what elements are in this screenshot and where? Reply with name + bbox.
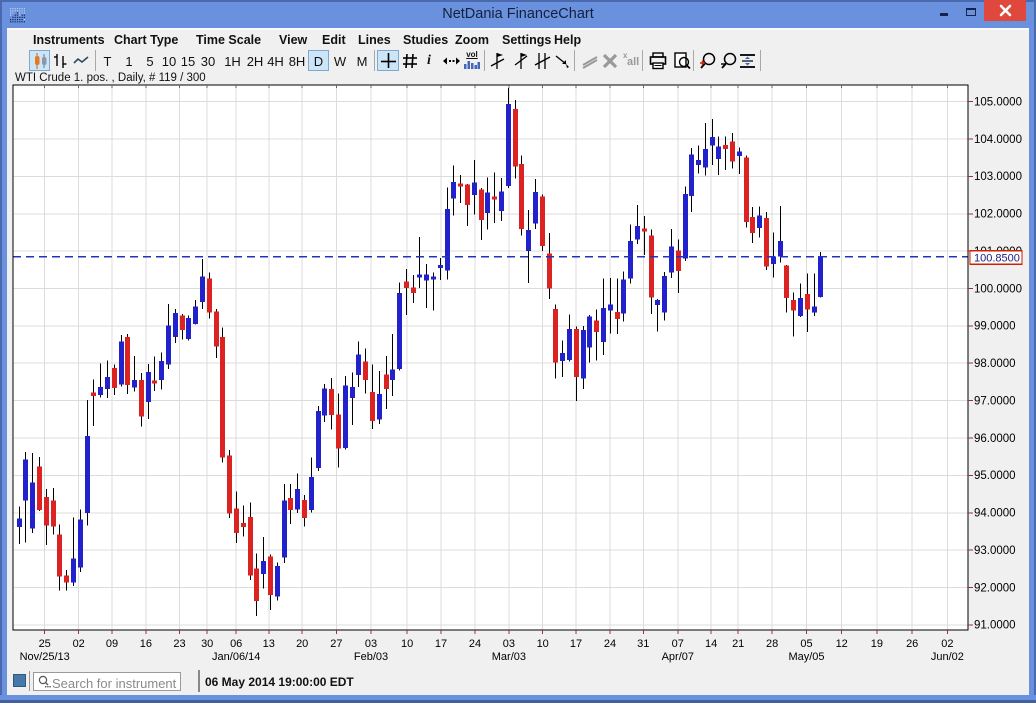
svg-text:92.0000: 92.0000: [974, 582, 1016, 594]
svg-text:03: 03: [503, 638, 515, 650]
svg-text:17: 17: [570, 638, 582, 650]
svg-text:10: 10: [537, 638, 549, 650]
svg-text:Jan/06/14: Jan/06/14: [212, 651, 260, 663]
svg-text:96.0000: 96.0000: [974, 433, 1016, 445]
svg-text:21: 21: [732, 638, 744, 650]
svg-text:14: 14: [705, 638, 717, 650]
svg-text:104.0000: 104.0000: [974, 134, 1022, 146]
svg-text:25: 25: [39, 638, 51, 650]
svg-text:Nov/25/13: Nov/25/13: [20, 651, 70, 663]
svg-text:Feb/03: Feb/03: [354, 651, 388, 663]
svg-text:93.0000: 93.0000: [974, 545, 1016, 557]
svg-text:27: 27: [330, 638, 342, 650]
svg-text:Jun/02: Jun/02: [931, 651, 964, 663]
svg-text:28: 28: [766, 638, 778, 650]
svg-text:02: 02: [73, 638, 85, 650]
svg-text:98.0000: 98.0000: [974, 358, 1016, 370]
svg-text:31: 31: [637, 638, 649, 650]
svg-text:06: 06: [230, 638, 242, 650]
svg-text:03: 03: [365, 638, 377, 650]
svg-text:09: 09: [106, 638, 118, 650]
svg-text:16: 16: [140, 638, 152, 650]
svg-text:100.8500: 100.8500: [974, 253, 1020, 265]
svg-text:17: 17: [435, 638, 447, 650]
svg-text:30: 30: [201, 638, 213, 650]
svg-text:100.0000: 100.0000: [974, 283, 1022, 295]
svg-text:20: 20: [296, 638, 308, 650]
svg-text:10: 10: [401, 638, 413, 650]
svg-text:24: 24: [469, 638, 481, 650]
svg-text:05: 05: [800, 638, 812, 650]
svg-text:13: 13: [263, 638, 275, 650]
svg-text:19: 19: [871, 638, 883, 650]
svg-text:May/05: May/05: [788, 651, 824, 663]
svg-text:07: 07: [672, 638, 684, 650]
svg-text:26: 26: [906, 638, 918, 650]
svg-text:103.0000: 103.0000: [974, 171, 1022, 183]
svg-text:23: 23: [173, 638, 185, 650]
svg-text:91.0000: 91.0000: [974, 620, 1016, 632]
svg-text:99.0000: 99.0000: [974, 321, 1016, 333]
svg-text:Apr/07: Apr/07: [662, 651, 694, 663]
svg-text:Mar/03: Mar/03: [492, 651, 526, 663]
svg-text:94.0000: 94.0000: [974, 508, 1016, 520]
svg-text:105.0000: 105.0000: [974, 96, 1022, 108]
svg-text:97.0000: 97.0000: [974, 395, 1016, 407]
svg-text:12: 12: [836, 638, 848, 650]
svg-text:102.0000: 102.0000: [974, 209, 1022, 221]
svg-text:24: 24: [604, 638, 616, 650]
svg-text:95.0000: 95.0000: [974, 470, 1016, 482]
svg-text:02: 02: [941, 638, 953, 650]
